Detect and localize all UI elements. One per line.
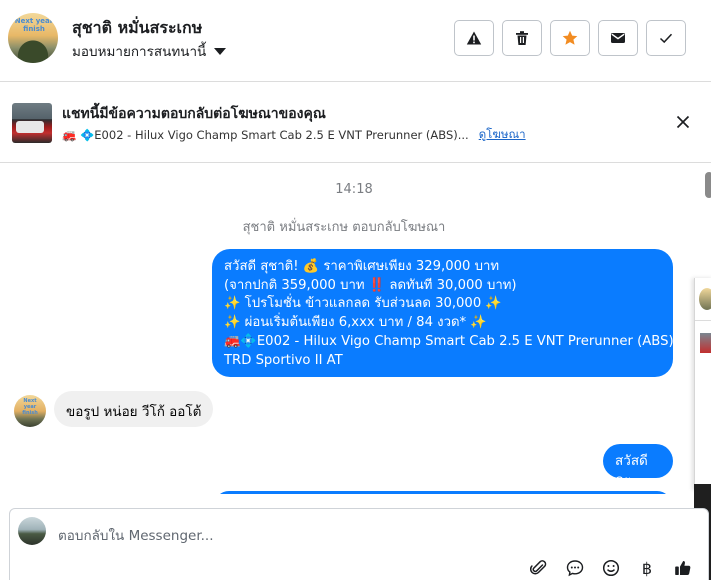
attach-button[interactable]	[528, 557, 550, 579]
view-ad-link[interactable]: ดูโฆษณา	[479, 126, 526, 144]
ad-banner-title: แชทนี้มีข้อความตอบกลับต่อโฆษณาของคุณ	[62, 106, 326, 122]
scrollbar-thumb[interactable]	[705, 172, 711, 198]
side-panel-edge[interactable]	[694, 278, 711, 490]
warning-icon	[466, 31, 482, 45]
outgoing-message[interactable]: สวัสดีคะ	[603, 444, 673, 488]
attachment-icon	[530, 560, 547, 575]
conversation-header: Next year finish สุชาติ หมั่นสระเกษ มอบห…	[0, 0, 711, 82]
outgoing-message-partial[interactable]	[214, 491, 672, 494]
ad-thumbnail-small[interactable]	[700, 333, 711, 353]
message-line: ✨ โปรโมชั่น ข้าวแลกลด รับส่วนลด 30,000 ✨	[224, 296, 502, 312]
message-line: ✨ ผ่อนเริ่มต้นเพียง 6,xxx บาท / 84 งวด* …	[224, 315, 487, 331]
saved-reply-icon	[566, 560, 584, 577]
currency-icon: ฿	[641, 558, 653, 578]
message-line: สวัสดี สุชาติ! 💰 ราคาพิเศษเพียง 329,000 …	[224, 259, 500, 274]
mark-unread-button[interactable]	[598, 20, 638, 56]
assign-conversation-dropdown[interactable]: มอบหมายการสนทนานี้	[72, 40, 227, 62]
message-line: TRD Sportivo II AT	[224, 352, 343, 368]
ad-reply-note: สุชาติ หมั่นสระเกษ ตอบกลับโฆษณา	[242, 220, 446, 235]
star-icon	[562, 30, 578, 45]
message-thread[interactable]: 14:18 สุชาติ หมั่นสระเกษ ตอบกลับโฆษณา สว…	[0, 164, 711, 494]
close-icon	[676, 115, 690, 129]
ad-thumbnail[interactable]	[12, 103, 52, 143]
contact-avatar-thumbnail[interactable]	[699, 288, 711, 310]
incoming-message[interactable]: ขอรูป หน่อย วีโก้ ออโต้	[54, 391, 214, 427]
message-timestamp: 14:18	[335, 182, 373, 197]
report-button[interactable]	[454, 20, 494, 56]
ad-banner-subtitle: 🚒 💠E002 - Hilux Vigo Champ Smart Cab 2.5…	[62, 126, 526, 144]
divider	[695, 320, 711, 321]
outgoing-message[interactable]: สวัสดี สุชาติ! 💰 ราคาพิเศษเพียง 329,000 …	[212, 249, 674, 377]
sender-avatar[interactable]: Next year finish	[14, 395, 46, 427]
ad-reply-banner: แชทนี้มีข้อความตอบกลับต่อโฆษณาของคุณ 🚒 💠…	[0, 83, 711, 163]
contact-avatar[interactable]: Next year finish	[8, 13, 58, 63]
message-composer[interactable]: ตอบกลับใน Messenger... ฿	[9, 508, 709, 580]
emoji-icon	[602, 559, 620, 577]
message-line: (จากปกติ 359,000 บาท ‼️ ลดทันที 30,000 บ…	[224, 277, 517, 293]
check-icon	[659, 33, 673, 44]
avatar-text: Next year finish	[14, 17, 54, 33]
delete-button[interactable]	[502, 20, 542, 56]
ad-product-name: 🚒 💠E002 - Hilux Vigo Champ Smart Cab 2.5…	[62, 128, 469, 142]
assign-label: มอบหมายการสนทนานี้	[72, 44, 207, 60]
reply-input[interactable]: ตอบกลับใน Messenger...	[58, 524, 214, 546]
avatar-text: Next year finish	[22, 398, 38, 416]
star-button[interactable]	[550, 20, 590, 56]
caret-down-icon	[214, 47, 227, 55]
saved-reply-button[interactable]	[564, 557, 586, 579]
contact-name[interactable]: สุชาติ หมั่นสระเกษ	[72, 16, 202, 41]
mail-icon	[611, 33, 625, 43]
like-button[interactable]	[672, 557, 694, 579]
mark-done-button[interactable]	[646, 20, 686, 56]
page-avatar	[18, 517, 46, 545]
trash-icon	[516, 31, 528, 45]
conversation-view: Next year finish สุชาติ หมั่นสระเกษ มอบห…	[0, 0, 711, 580]
like-icon	[675, 561, 691, 575]
close-banner-button[interactable]	[672, 111, 694, 133]
message-line: 🚒💠E002 - Hilux Vigo Champ Smart Cab 2.5 …	[224, 333, 674, 349]
payment-button[interactable]: ฿	[636, 557, 658, 579]
emoji-button[interactable]	[600, 557, 622, 579]
